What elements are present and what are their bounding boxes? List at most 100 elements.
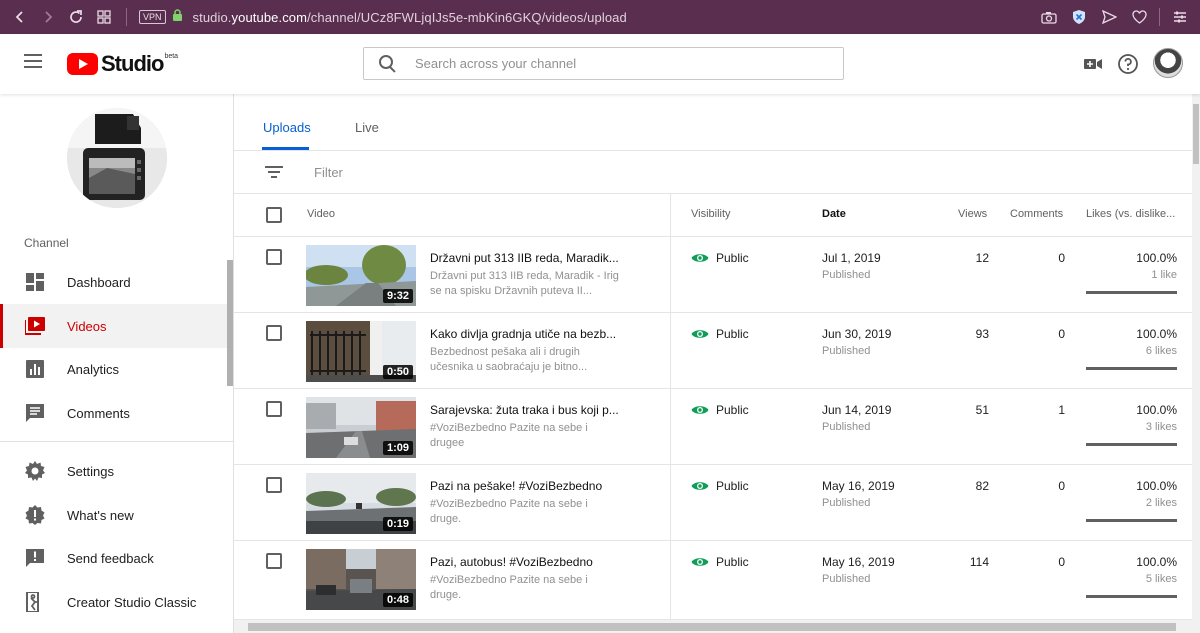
sidebar-item-label: Analytics <box>67 361 120 377</box>
visibility-status[interactable]: Public <box>691 251 749 265</box>
column-header-likes[interactable]: Likes (vs. dislike... <box>1086 208 1175 220</box>
sidebar-item-creator-studio-classic[interactable]: Creator Studio Classic <box>0 580 228 624</box>
video-duration: 9:32 <box>382 289 413 303</box>
heart-icon[interactable] <box>1125 0 1153 34</box>
column-header-views[interactable]: Views <box>958 208 987 220</box>
back-icon[interactable] <box>6 0 34 34</box>
video-comments: 0 <box>1058 479 1065 493</box>
scrollbar-thumb[interactable] <box>248 623 1176 631</box>
sidebar-item-dashboard[interactable]: Dashboard <box>0 260 228 304</box>
video-thumbnail[interactable]: 0:19 <box>306 473 416 534</box>
likes-ratio-bar <box>1086 519 1177 522</box>
video-views: 82 <box>975 479 989 493</box>
eye-icon <box>691 482 709 490</box>
video-description: #VoziBezbedno Pazite na sebe i druge. <box>430 498 588 525</box>
easy-setup-icon[interactable] <box>1166 0 1194 34</box>
select-all-checkbox[interactable] <box>266 207 282 223</box>
table-row[interactable]: 0:50 Kako divlja gradnja utiče na bezb..… <box>234 313 1192 389</box>
browser-toolbar: VPN studio.youtube.com/channel/UCz8FWLjq… <box>0 0 1200 34</box>
speed-dial-icon[interactable] <box>90 0 118 34</box>
shield-icon[interactable] <box>1065 0 1093 34</box>
camera-icon[interactable] <box>1035 0 1063 34</box>
likes-count: 3 likes <box>1145 421 1177 433</box>
video-thumbnail[interactable]: 0:48 <box>306 549 416 610</box>
sidebar-item-settings[interactable]: Settings <box>0 449 228 493</box>
publish-status: Published <box>822 345 871 357</box>
search-icon[interactable] <box>378 54 398 74</box>
channel-avatar[interactable] <box>67 108 167 208</box>
vertical-scrollbar[interactable] <box>1192 94 1200 633</box>
dashboard-icon <box>25 272 45 292</box>
row-checkbox[interactable] <box>266 477 282 493</box>
column-header-comments[interactable]: Comments <box>1010 208 1063 220</box>
lock-icon[interactable] <box>172 9 183 25</box>
reload-icon[interactable] <box>62 0 90 34</box>
video-title[interactable]: Državni put 313 IIB reda, Maradik... <box>430 251 620 265</box>
sidebar-item-videos[interactable]: Videos <box>0 304 228 348</box>
table-row[interactable]: 0:19 Pazi na pešake! #VoziBezbedno #Vozi… <box>234 465 1192 541</box>
feedback-icon <box>25 548 45 568</box>
eye-icon <box>691 254 709 262</box>
video-date: Jul 1, 2019 <box>822 251 881 265</box>
row-checkbox[interactable] <box>266 249 282 265</box>
horizontal-scrollbar[interactable] <box>234 619 1192 633</box>
column-header-visibility[interactable]: Visibility <box>691 208 731 220</box>
video-comments: 0 <box>1058 555 1065 569</box>
row-checkbox[interactable] <box>266 553 282 569</box>
forward-icon[interactable] <box>34 0 62 34</box>
table-row[interactable]: 0:48 Pazi, autobus! #VoziBezbedno #VoziB… <box>234 541 1192 617</box>
video-title[interactable]: Kako divlja gradnja utiče na bezb... <box>430 327 620 341</box>
row-checkbox[interactable] <box>266 401 282 417</box>
address-bar[interactable]: studio.youtube.com/channel/UCz8FWLjqIJs5… <box>193 10 627 25</box>
publish-status: Published <box>822 573 871 585</box>
video-title[interactable]: Pazi na pešake! #VoziBezbedno <box>430 479 620 493</box>
search-box[interactable] <box>363 47 844 80</box>
sidebar-item-whats-new[interactable]: What's new <box>0 493 228 537</box>
sidebar-item-label: Comments <box>67 405 130 421</box>
sidebar: Channel Dashboard Videos Analytics Comme… <box>0 94 234 633</box>
eye-icon <box>691 558 709 566</box>
publish-status: Published <box>822 269 871 281</box>
filter-input[interactable]: Filter <box>314 165 343 180</box>
video-thumbnail[interactable]: 9:32 <box>306 245 416 306</box>
video-comments: 1 <box>1058 403 1065 417</box>
likes-count: 6 likes <box>1145 345 1177 357</box>
logo-text: Studio <box>101 51 164 76</box>
filter-bar[interactable]: Filter <box>234 151 1192 194</box>
column-header-video: Video <box>307 208 335 220</box>
video-title[interactable]: Sarajevska: žuta traka i bus koji p... <box>430 403 620 417</box>
whats-new-icon <box>25 505 45 525</box>
visibility-status[interactable]: Public <box>691 479 749 493</box>
tab-bar: Uploads Live <box>234 94 1192 151</box>
video-title[interactable]: Pazi, autobus! #VoziBezbedno <box>430 555 620 569</box>
visibility-status[interactable]: Public <box>691 403 749 417</box>
sidebar-item-send-feedback[interactable]: Send feedback <box>0 536 228 580</box>
column-header-date[interactable]: Date <box>822 208 846 220</box>
toolbar-divider <box>1159 8 1160 26</box>
video-thumbnail[interactable]: 0:50 <box>306 321 416 382</box>
visibility-status[interactable]: Public <box>691 555 749 569</box>
studio-logo[interactable]: Studio beta <box>67 51 178 77</box>
create-video-icon[interactable] <box>1081 52 1105 76</box>
filter-icon[interactable] <box>265 166 283 180</box>
video-duration: 0:48 <box>382 593 413 607</box>
likes-percentage: 100.0% <box>1136 403 1177 417</box>
vpn-badge[interactable]: VPN <box>139 10 166 24</box>
tab-live[interactable]: Live <box>355 120 379 135</box>
visibility-label: Public <box>716 403 749 417</box>
sidebar-item-analytics[interactable]: Analytics <box>0 347 228 391</box>
send-icon[interactable] <box>1095 0 1123 34</box>
account-avatar[interactable] <box>1153 48 1183 78</box>
video-thumbnail[interactable]: 1:09 <box>306 397 416 458</box>
sidebar-item-comments[interactable]: Comments <box>0 391 228 435</box>
menu-icon[interactable] <box>24 54 44 74</box>
scrollbar-thumb[interactable] <box>1193 104 1199 164</box>
sidebar-scrollbar[interactable] <box>227 260 233 386</box>
help-icon[interactable] <box>1116 52 1140 76</box>
table-row[interactable]: 1:09 Sarajevska: žuta traka i bus koji p… <box>234 389 1192 465</box>
table-row[interactable]: 9:32 Državni put 313 IIB reda, Maradik..… <box>234 237 1192 313</box>
tab-uploads[interactable]: Uploads <box>263 120 311 135</box>
visibility-status[interactable]: Public <box>691 327 749 341</box>
row-checkbox[interactable] <box>266 325 282 341</box>
search-input[interactable] <box>415 56 815 71</box>
